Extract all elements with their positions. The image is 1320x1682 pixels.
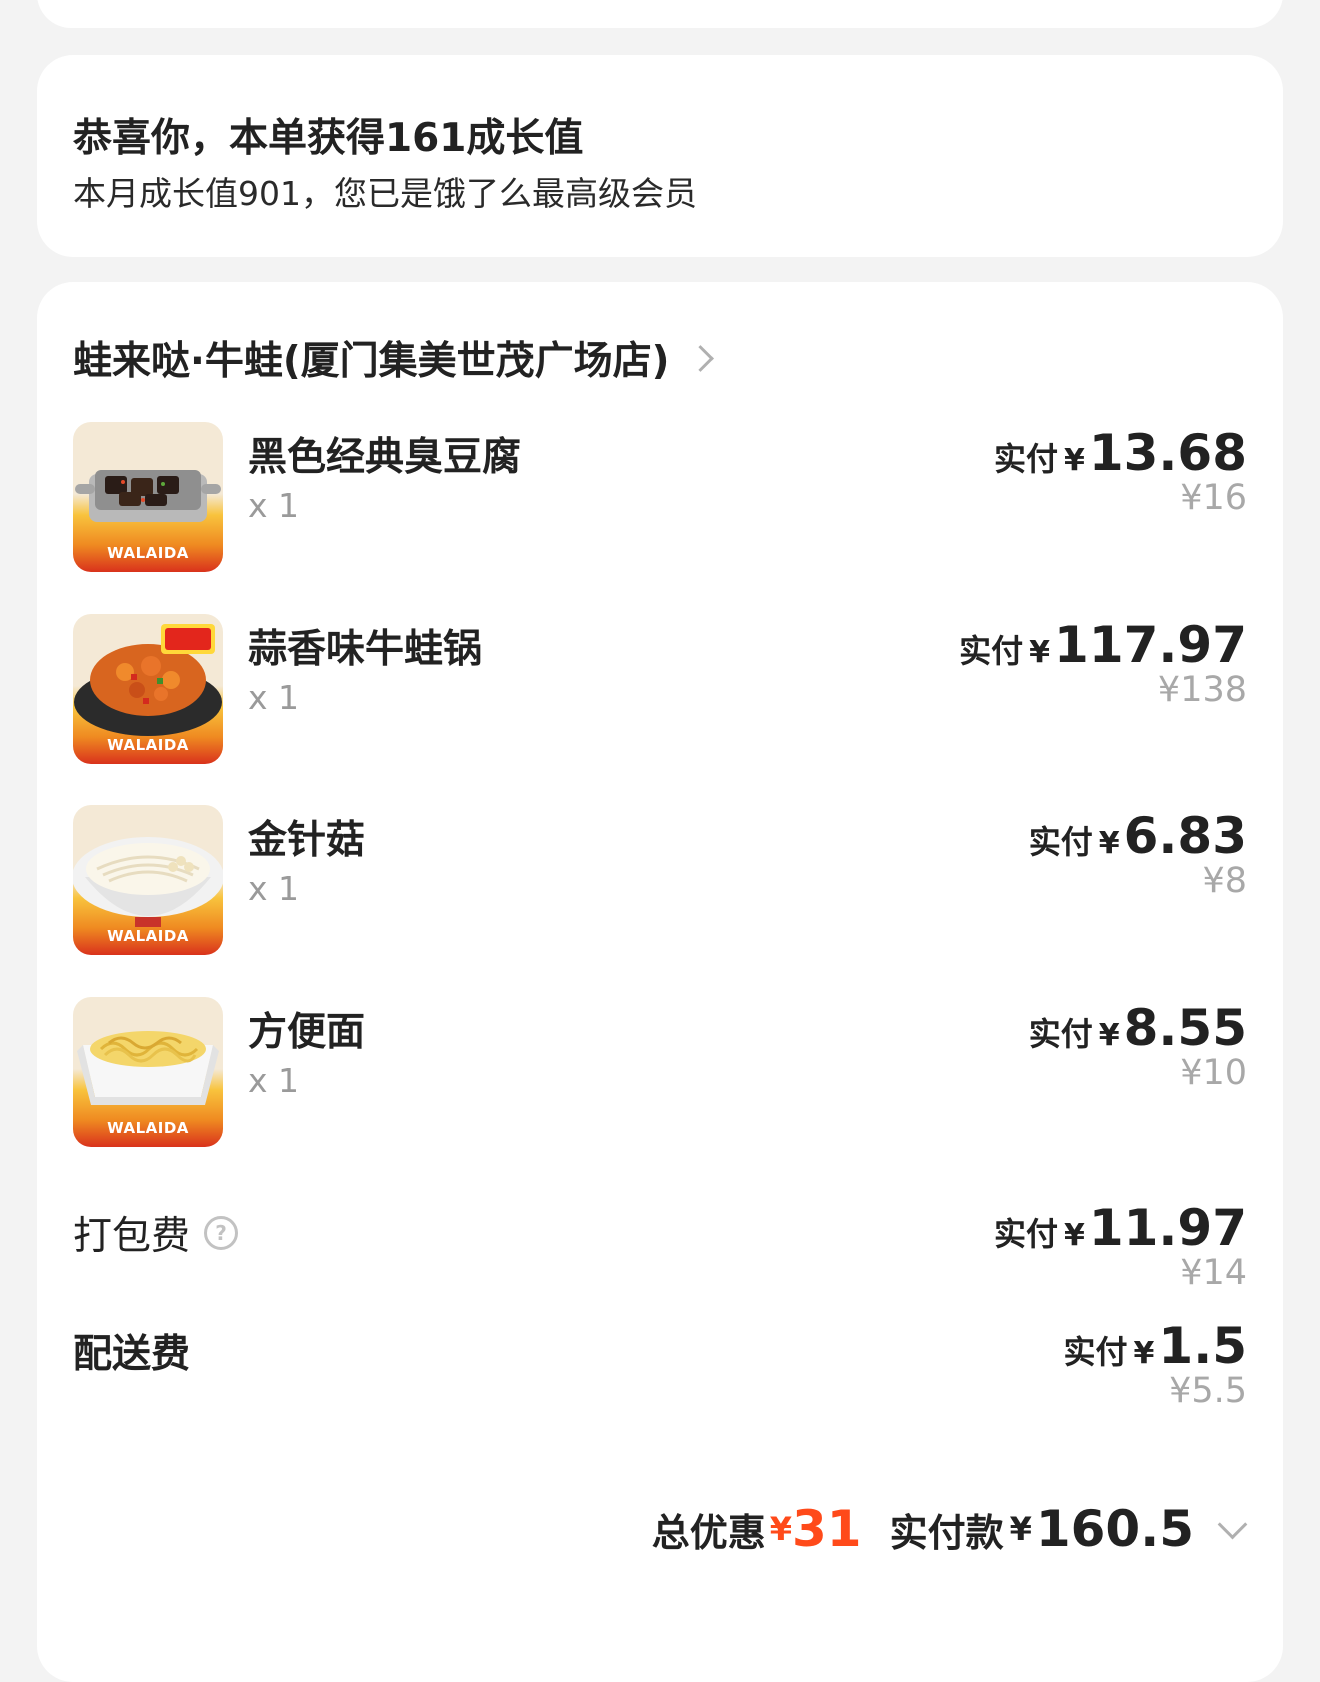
original-price: ¥5.5 [1169,1371,1247,1411]
order-item[interactable]: WALAIDA 黑色经典臭豆腐 x 1 实付 ¥13.68 ¥16 [73,422,1247,572]
previous-card [37,0,1283,28]
stinky-tofu-image: WALAIDA [73,422,223,572]
growth-subtitle: 本月成长值901，您已是饿了么最高级会员 [73,174,697,213]
chevron-right-icon [687,344,715,372]
item-paid-price: 实付 ¥8.55 [1029,999,1247,1057]
packing-fee-row: 打包费 ? 实付 ¥11.97 ¥14 [73,1197,1247,1297]
currency-symbol: ¥ [1098,826,1120,861]
currency-symbol: ¥ [1063,443,1085,478]
original-price: ¥8 [1202,861,1247,901]
item-paid-price: 实付 ¥117.97 [959,616,1247,674]
delivery-fee-label: 配送费 [73,1323,190,1379]
chevron-down-icon[interactable] [1217,1509,1248,1539]
packing-fee-paid: 实付 ¥11.97 [994,1199,1247,1257]
brand-logo: WALAIDA [107,927,189,945]
paid-amount: 1.5 [1158,1317,1247,1375]
paid-label: 实付 [1028,823,1093,861]
paid-amount: 6.83 [1123,807,1247,865]
original-price: ¥16 [1180,478,1247,518]
order-item[interactable]: WALAIDA 蒜香味牛蛙锅 x 1 实付 ¥117.97 ¥138 [73,614,1247,764]
item-name: 方便面 [248,1010,366,1055]
order-card: 蛙来哒·牛蛙(厦门集美世茂广场店) WALAIDA 黑色经典臭豆腐 x 1 实付… [37,282,1283,1682]
original-price: ¥138 [1157,670,1247,710]
total-paid-amount: 160.5 [1035,1500,1194,1558]
paid-amount: 13.68 [1088,424,1247,482]
delivery-fee-paid: 实付 ¥1.5 [1064,1317,1247,1375]
brand-logo: WALAIDA [107,544,189,562]
help-icon[interactable]: ? [204,1216,239,1250]
delivery-fee-row: 配送费 实付 ¥1.5 ¥5.5 [73,1315,1247,1415]
packing-fee-label: 打包费 ? [73,1205,239,1261]
packing-fee-name: 打包费 [73,1214,191,1259]
original-price: ¥14 [1180,1253,1247,1293]
item-paid-price: 实付 ¥6.83 [1029,807,1247,865]
order-item[interactable]: WALAIDA 金针菇 x 1 实付 ¥6.83 ¥8 [73,805,1247,955]
brand-logo: WALAIDA [107,1119,189,1137]
item-name: 蒜香味牛蛙锅 [248,627,483,672]
paid-label: 实付 [993,1215,1058,1253]
delivery-fee-name: 配送费 [73,1332,191,1377]
paid-amount: 117.97 [1054,616,1247,674]
currency-symbol: ¥ [1029,635,1051,670]
paid-amount: 11.97 [1088,1199,1247,1257]
paid-label: 实付 [1028,1015,1093,1053]
paid-amount: 8.55 [1123,999,1247,1057]
original-price: ¥10 [1180,1053,1247,1093]
item-quantity: x 1 [248,1061,300,1100]
item-name: 金针菇 [248,818,366,863]
growth-title: 恭喜你，本单获得161成长值 [73,116,584,161]
total-discount-label: 总优惠 [651,1510,766,1555]
item-name: 黑色经典臭豆腐 [248,435,522,480]
store-name: 蛙来哒·牛蛙(厦门集美世茂广场店) [73,339,670,384]
instant-noodles-image: WALAIDA [73,997,223,1147]
frog-pot-image: WALAIDA [73,614,223,764]
item-quantity: x 1 [248,486,300,525]
currency-symbol: ¥ [1063,1218,1085,1253]
item-quantity: x 1 [248,678,300,717]
item-quantity: x 1 [248,869,300,908]
brand-logo: WALAIDA [107,736,189,754]
store-link[interactable]: 蛙来哒·牛蛙(厦门集美世茂广场店) [73,330,715,386]
total-paid-label: 实付款 [889,1510,1004,1555]
total-discount-amount: 31 [791,1500,862,1558]
currency-symbol: ¥ [1098,1018,1120,1053]
paid-label: 实付 [959,632,1024,670]
currency-symbol: ¥ [1009,1510,1032,1548]
order-total-summary[interactable]: 总优惠 ¥ 31 实付款 ¥ 160.5 [651,1500,1248,1558]
paid-label: 实付 [1063,1333,1128,1371]
order-item[interactable]: WALAIDA 方便面 x 1 实付 ¥8.55 ¥10 [73,997,1247,1147]
paid-label: 实付 [993,440,1058,478]
currency-symbol: ¥ [1133,1336,1155,1371]
currency-symbol: ¥ [769,1510,792,1548]
item-paid-price: 实付 ¥13.68 [994,424,1247,482]
enoki-mushroom-image: WALAIDA [73,805,223,955]
growth-card: 恭喜你，本单获得161成长值 本月成长值901，您已是饿了么最高级会员 [37,55,1283,257]
